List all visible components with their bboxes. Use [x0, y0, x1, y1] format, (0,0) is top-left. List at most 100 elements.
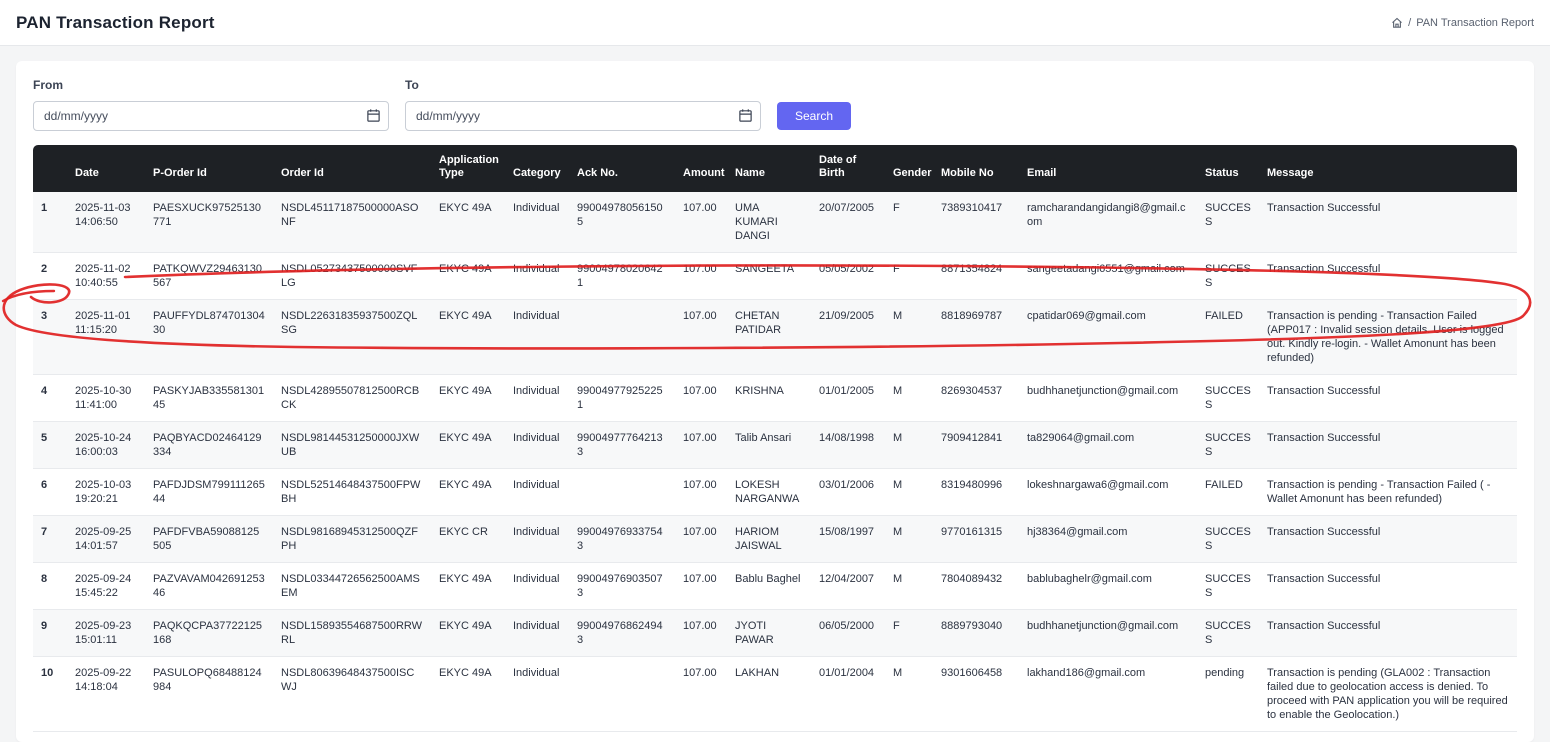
page-title: PAN Transaction Report — [16, 13, 215, 33]
cell-name: HARIOM JAISWAL — [727, 516, 811, 563]
column-header-application_type: Application Type — [431, 145, 505, 192]
cell-order_id: NSDL80639648437500ISCWJ — [273, 657, 431, 732]
cell-application_type: EKYC CR — [431, 516, 505, 563]
cell-gender: M — [885, 563, 933, 610]
cell-gender: M — [885, 657, 933, 732]
cell-sr: 5 — [33, 422, 67, 469]
cell-dob: 06/05/2000 — [811, 610, 885, 657]
cell-application_type: EKYC 49A — [431, 610, 505, 657]
cell-application_type: EKYC 49A — [431, 422, 505, 469]
breadcrumb-separator: / — [1408, 17, 1411, 29]
cell-order_id: NSDL15893554687500RRWRL — [273, 610, 431, 657]
cell-p_order_id: PAZVAVAM04269125346 — [145, 563, 273, 610]
column-header-p_order_id: P-Order Id — [145, 145, 273, 192]
table-row: 92025-09-23 15:01:11PAQKQCPA37722125168N… — [33, 610, 1517, 657]
cell-message: Transaction Successful — [1259, 516, 1517, 563]
cell-category: Individual — [505, 469, 569, 516]
column-header-message: Message — [1259, 145, 1517, 192]
cell-mobile_no: 8818969787 — [933, 300, 1019, 375]
cell-name: KRISHNA — [727, 375, 811, 422]
cell-sr: 1 — [33, 192, 67, 253]
table-header-row: DateP-Order IdOrder IdApplication TypeCa… — [33, 145, 1517, 192]
cell-p_order_id: PATKQWVZ29463130567 — [145, 253, 273, 300]
cell-mobile_no: 8269304537 — [933, 375, 1019, 422]
cell-ack_no: 990049769035073 — [569, 563, 675, 610]
cell-gender: F — [885, 253, 933, 300]
cell-sr: 8 — [33, 563, 67, 610]
cell-order_id: NSDL05273437500000SVFLG — [273, 253, 431, 300]
cell-dob: 20/07/2005 — [811, 192, 885, 253]
cell-order_id: NSDL98144531250000JXWUB — [273, 422, 431, 469]
cell-amount: 107.00 — [675, 657, 727, 732]
column-header-status: Status — [1197, 145, 1259, 192]
column-header-email: Email — [1019, 145, 1197, 192]
cell-order_id: NSDL03344726562500AMSEM — [273, 563, 431, 610]
cell-status: SUCCESS — [1197, 516, 1259, 563]
cell-dob: 05/05/2002 — [811, 253, 885, 300]
search-button[interactable]: Search — [777, 102, 851, 130]
cell-name: LAKHAN — [727, 657, 811, 732]
table-body: 12025-11-03 14:06:50PAESXUCK97525130771N… — [33, 192, 1517, 732]
cell-date: 2025-09-23 15:01:11 — [67, 610, 145, 657]
home-icon[interactable] — [1391, 17, 1403, 29]
breadcrumb: / PAN Transaction Report — [1391, 17, 1534, 29]
cell-p_order_id: PAFDJDSM79911126544 — [145, 469, 273, 516]
cell-dob: 14/08/1998 — [811, 422, 885, 469]
cell-name: Talib Ansari — [727, 422, 811, 469]
table-row: 82025-09-24 15:45:22PAZVAVAM04269125346N… — [33, 563, 1517, 610]
cell-mobile_no: 8889793040 — [933, 610, 1019, 657]
cell-status: FAILED — [1197, 469, 1259, 516]
cell-gender: M — [885, 422, 933, 469]
cell-ack_no: 990049768624943 — [569, 610, 675, 657]
cell-message: Transaction is pending (GLA002 : Transac… — [1259, 657, 1517, 732]
top-header-bar: PAN Transaction Report / PAN Transaction… — [0, 0, 1550, 46]
cell-amount: 107.00 — [675, 375, 727, 422]
cell-order_id: NSDL45117187500000ASONF — [273, 192, 431, 253]
to-date-input[interactable] — [405, 101, 761, 131]
cell-application_type: EKYC 49A — [431, 657, 505, 732]
table-row: 32025-11-01 11:15:20PAUFFYDL87470130430N… — [33, 300, 1517, 375]
cell-mobile_no: 7389310417 — [933, 192, 1019, 253]
cell-amount: 107.00 — [675, 516, 727, 563]
cell-gender: F — [885, 192, 933, 253]
table-row: 72025-09-25 14:01:57PAFDFVBA59088125505N… — [33, 516, 1517, 563]
cell-p_order_id: PAQKQCPA37722125168 — [145, 610, 273, 657]
cell-dob: 03/01/2006 — [811, 469, 885, 516]
column-header-dob: Date of Birth — [811, 145, 885, 192]
cell-message: Transaction Successful — [1259, 253, 1517, 300]
cell-date: 2025-09-24 15:45:22 — [67, 563, 145, 610]
cell-mobile_no: 9770161315 — [933, 516, 1019, 563]
table-header: DateP-Order IdOrder IdApplication TypeCa… — [33, 145, 1517, 192]
cell-name: JYOTI PAWAR — [727, 610, 811, 657]
cell-ack_no: 990049777642133 — [569, 422, 675, 469]
cell-email: cpatidar069@gmail.com — [1019, 300, 1197, 375]
cell-date: 2025-10-03 19:20:21 — [67, 469, 145, 516]
cell-email: lakhand186@gmail.com — [1019, 657, 1197, 732]
cell-name: Bablu Baghel — [727, 563, 811, 610]
cell-sr: 4 — [33, 375, 67, 422]
breadcrumb-current[interactable]: PAN Transaction Report — [1416, 17, 1534, 29]
cell-email: budhhanetjunction@gmail.com — [1019, 610, 1197, 657]
table-row: 22025-11-02 10:40:55PATKQWVZ29463130567N… — [33, 253, 1517, 300]
from-date-input[interactable] — [33, 101, 389, 131]
to-date-group: To — [405, 78, 761, 131]
table-row: 12025-11-03 14:06:50PAESXUCK97525130771N… — [33, 192, 1517, 253]
cell-status: pending — [1197, 657, 1259, 732]
cell-gender: M — [885, 469, 933, 516]
cell-category: Individual — [505, 657, 569, 732]
cell-message: Transaction Successful — [1259, 563, 1517, 610]
cell-status: FAILED — [1197, 300, 1259, 375]
cell-message: Transaction Successful — [1259, 192, 1517, 253]
cell-gender: F — [885, 610, 933, 657]
cell-date: 2025-11-02 10:40:55 — [67, 253, 145, 300]
cell-p_order_id: PAQBYACD02464129334 — [145, 422, 273, 469]
cell-dob: 12/04/2007 — [811, 563, 885, 610]
cell-ack_no — [569, 300, 675, 375]
cell-mobile_no: 8871354824 — [933, 253, 1019, 300]
cell-category: Individual — [505, 516, 569, 563]
table-row: 42025-10-30 11:41:00PASKYJAB33558130145N… — [33, 375, 1517, 422]
cell-p_order_id: PAESXUCK97525130771 — [145, 192, 273, 253]
cell-application_type: EKYC 49A — [431, 469, 505, 516]
cell-date: 2025-10-24 16:00:03 — [67, 422, 145, 469]
cell-mobile_no: 8319480996 — [933, 469, 1019, 516]
